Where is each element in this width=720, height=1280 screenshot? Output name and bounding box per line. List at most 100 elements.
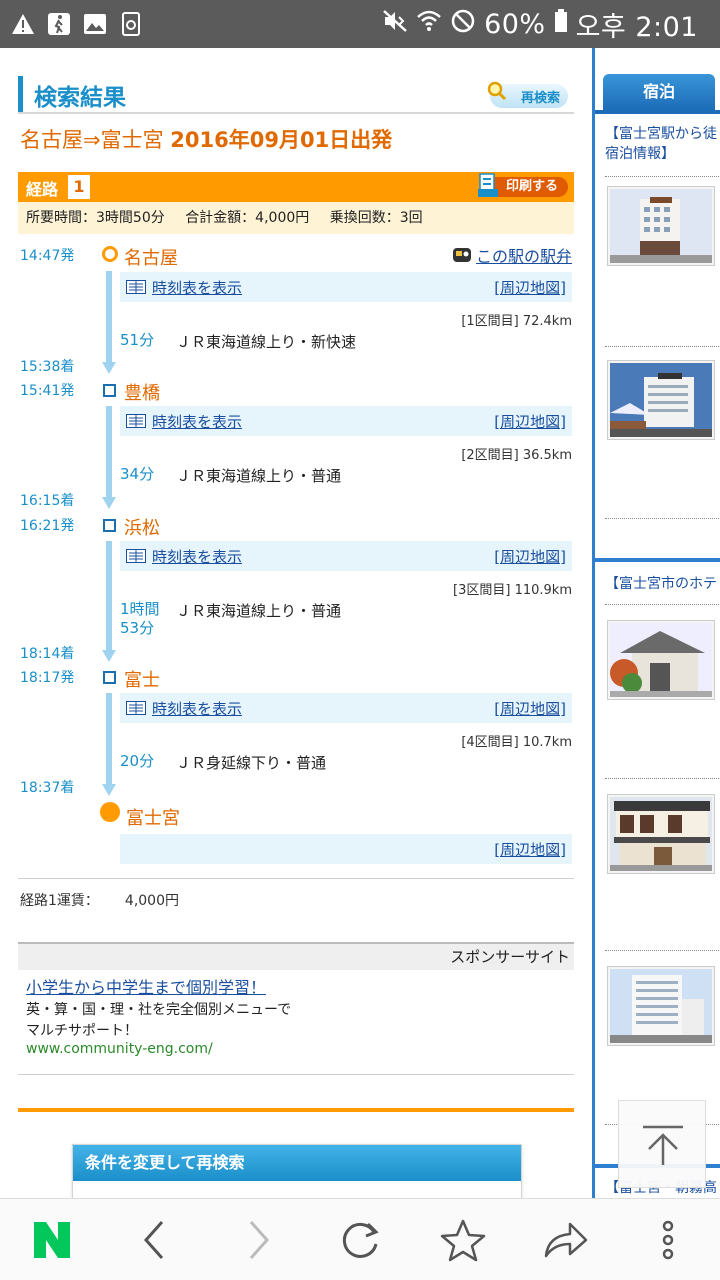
fare-label: 経路1運賃： bbox=[20, 893, 99, 909]
hotel-thumbnail[interactable] bbox=[607, 966, 715, 1046]
map-row: [周辺地図] bbox=[120, 834, 572, 864]
tab-lodging[interactable]: 宿泊 bbox=[603, 74, 715, 110]
timetable-icon bbox=[126, 414, 146, 428]
route-title-date: 2016年09月01日出発 bbox=[170, 128, 393, 152]
share-button[interactable] bbox=[514, 1199, 618, 1280]
research-button[interactable]: 再検索 bbox=[487, 81, 568, 108]
section-divider bbox=[18, 1108, 574, 1112]
timetable-icon bbox=[126, 280, 146, 294]
route-line bbox=[106, 693, 112, 785]
timetable-link[interactable]: 時刻表を表示 bbox=[152, 546, 242, 567]
no-sim-icon bbox=[450, 8, 476, 41]
print-button[interactable]: 印刷する bbox=[477, 173, 568, 197]
area-map-link[interactable]: [周辺地図] bbox=[494, 411, 566, 432]
route-summary: 所要時間：3時間50分 合計金額：4,000円 乗換回数：3回 bbox=[18, 202, 574, 234]
more-vertical-icon bbox=[662, 1220, 674, 1260]
timetable-row: 時刻表を表示 [周辺地図] bbox=[120, 693, 572, 723]
area-map-link[interactable]: [周辺地図] bbox=[494, 546, 566, 567]
arrival-time: 18:37着 bbox=[20, 780, 75, 796]
city-hotels-link[interactable]: 【富士宮市のホテ bbox=[605, 574, 717, 594]
summary-duration: 所要時間：3時間50分 bbox=[26, 210, 165, 226]
forward-button[interactable] bbox=[206, 1199, 310, 1280]
divider bbox=[605, 176, 720, 177]
ad-url-link[interactable]: www.community-eng.com/ bbox=[26, 1041, 213, 1057]
warning-icon bbox=[10, 11, 36, 37]
station-name: 浜松 bbox=[124, 518, 160, 539]
section-bar bbox=[595, 558, 720, 562]
timetable-icon bbox=[126, 549, 146, 563]
route-arrow bbox=[102, 784, 116, 796]
refresh-icon bbox=[342, 1222, 379, 1258]
mute-icon bbox=[382, 9, 408, 40]
route-line bbox=[106, 406, 112, 498]
train-line: ＪＲ東海道線上り・普通 bbox=[176, 467, 342, 485]
divider bbox=[605, 778, 720, 779]
hotel-photo-icon bbox=[610, 969, 712, 1043]
segment-duration-minutes: 53分 bbox=[120, 619, 155, 637]
timetable-link[interactable]: 時刻表を表示 bbox=[152, 698, 242, 719]
segment-distance: [3区間目] 110.9km bbox=[453, 583, 572, 598]
segment-duration: 51分 bbox=[120, 331, 155, 349]
naver-home-button[interactable] bbox=[0, 1199, 104, 1280]
route-line bbox=[106, 271, 112, 363]
bento-icon bbox=[453, 248, 471, 262]
hotel-photo-icon bbox=[610, 363, 712, 437]
timetable-icon bbox=[126, 701, 146, 715]
refresh-button[interactable] bbox=[308, 1199, 412, 1280]
lodging-link[interactable]: 【富士宮駅から徒 宿泊情報】 bbox=[605, 124, 717, 164]
departure-time: 15:41発 bbox=[20, 383, 75, 399]
timetable-link[interactable]: 時刻表を表示 bbox=[152, 277, 242, 298]
sponsor-header: スポンサーサイト bbox=[18, 942, 574, 970]
departure-time: 16:21発 bbox=[20, 518, 75, 534]
ad-body: 英・算・国・理・社を完全個別メニューで マルチサポート！ bbox=[26, 1000, 291, 1042]
summary-fare: 合計金額：4,000円 bbox=[185, 210, 310, 226]
segment-duration-hours: 1時間 bbox=[120, 600, 160, 618]
area-map-link[interactable]: [周辺地図] bbox=[494, 839, 566, 860]
hotel-thumbnail[interactable] bbox=[607, 186, 715, 266]
browser-toolbar bbox=[0, 1198, 720, 1280]
timetable-row: 時刻表を表示 [周辺地図] bbox=[120, 541, 572, 571]
arrival-time: 16:15着 bbox=[20, 493, 75, 509]
timetable-row: 時刻表を表示 [周辺地図] bbox=[120, 272, 572, 302]
star-icon bbox=[440, 1219, 486, 1262]
divider bbox=[605, 346, 720, 347]
research-label: 再検索 bbox=[520, 90, 560, 106]
timetable-link[interactable]: 時刻表を表示 bbox=[152, 411, 242, 432]
hotel-photo-icon bbox=[610, 189, 712, 263]
route-arrow bbox=[102, 650, 116, 662]
hotel-photo-icon bbox=[610, 623, 712, 697]
station-bento-link[interactable]: この駅の駅弁 bbox=[476, 243, 572, 267]
research-panel-title[interactable]: 条件を変更して再検索 bbox=[73, 1145, 521, 1181]
page-title: 検索結果 bbox=[34, 85, 126, 111]
hotel-thumbnail[interactable] bbox=[607, 360, 715, 440]
departure-time: 18:17発 bbox=[20, 670, 75, 686]
sidebar: 宿泊 【富士宮駅から徒 宿泊情報】 【富士宮市のホテ 【富士宮・朝霧高 bbox=[592, 48, 720, 1198]
hotel-thumbnail[interactable] bbox=[607, 794, 715, 874]
ad-line: 英・算・国・理・社を完全個別メニューで bbox=[26, 1002, 292, 1018]
battery-percent: 60% bbox=[484, 8, 546, 40]
clock: 오후 2:01 bbox=[575, 11, 698, 43]
segment-duration: 20分 bbox=[120, 752, 155, 770]
transfer-marker bbox=[103, 671, 116, 684]
back-button[interactable] bbox=[103, 1199, 207, 1280]
transfer-marker bbox=[103, 384, 116, 397]
scroll-to-top-button[interactable] bbox=[618, 1100, 706, 1188]
route-label: 経路 bbox=[26, 180, 59, 199]
arrival-time: 15:38着 bbox=[20, 359, 75, 375]
battery-icon bbox=[554, 8, 568, 40]
more-menu-button[interactable] bbox=[616, 1199, 720, 1280]
station-name: 名古屋 bbox=[124, 248, 178, 269]
hotel-thumbnail[interactable] bbox=[607, 620, 715, 700]
bookmark-button[interactable] bbox=[411, 1199, 515, 1280]
hotel-photo-icon bbox=[610, 797, 712, 871]
research-panel: 条件を変更して再検索 bbox=[72, 1144, 522, 1198]
area-map-link[interactable]: [周辺地図] bbox=[494, 277, 566, 298]
ad-title-link[interactable]: 小学生から中学生まで個別学習！ bbox=[26, 974, 266, 998]
segment-duration: 1時間 53分 bbox=[120, 600, 160, 638]
main-content: 検索結果 再検索 名古屋⇒富士宮 2016年09月01日出発 経路 1 印刷する… bbox=[18, 48, 574, 1198]
recycle-icon bbox=[118, 11, 144, 37]
transfer-marker bbox=[103, 519, 116, 532]
route-title-stations: 名古屋⇒富士宮 bbox=[20, 128, 171, 152]
segment-distance: [1区間目] 72.4km bbox=[461, 314, 572, 329]
area-map-link[interactable]: [周辺地図] bbox=[494, 698, 566, 719]
